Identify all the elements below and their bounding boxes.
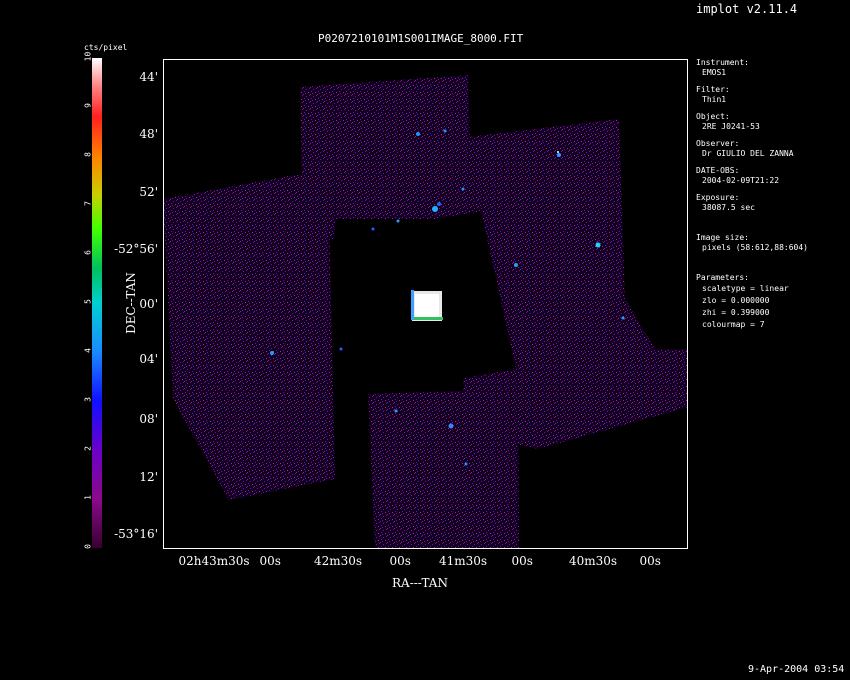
object-block: Object: 2RE J0241-53 [696,112,760,132]
point-source [432,206,438,212]
y-tick-label: 04' [139,352,158,366]
zlo-value: zlo = 0.000000 [702,296,770,305]
point-source [437,202,441,206]
y-tick-label: 52' [139,185,158,199]
point-source [394,409,398,413]
exposure-value: 38087.5 sec [702,203,755,212]
colorbar-tick-label: 8 [83,152,93,157]
colorbar-tick-label: 3 [83,397,93,402]
observer-block: Observer: Dr GIULIO DEL ZANNA [696,139,794,159]
point-source [557,153,561,157]
instrument-label: Instrument: [696,58,749,67]
parameters-label: Parameters: [696,273,749,282]
point-source [339,347,343,351]
colorbar-tick-label: 2 [83,446,93,451]
image-size-block: Image size: pixels (58:612,88:604) [696,233,808,253]
zhi-value: zhi = 0.399000 [702,308,770,317]
colorbar [92,58,102,548]
point-source [464,462,468,466]
colorbar-tick-label: 10 [83,51,93,62]
point-source [443,129,447,133]
point-source [595,242,601,248]
colorbar-tick-label: 5 [83,299,93,304]
colorbar-tick-label: 0 [83,544,93,549]
parameters-block: Parameters: scaletype = linear zlo = 0.0… [696,273,789,331]
x-tick-label: 02h43m30s [178,554,250,568]
y-tick-label: -52°56' [114,242,158,256]
filter-label: Filter: [696,85,730,94]
plot-title: P0207210101M1S001IMAGE_8000.FIT [318,32,524,45]
exposure-label: Exposure: [696,193,740,202]
y-axis-label: DEC--TAN [123,272,138,334]
point-source [557,151,559,153]
point-source [514,263,518,267]
y-tick-label: 08' [139,412,158,426]
object-value: 2RE J0241-53 [702,122,760,131]
colorbar-tick-label: 4 [83,348,93,353]
observer-value: Dr GIULIO DEL ZANNA [702,149,794,158]
footer-timestamp: 9-Apr-2004 03:54 [748,664,845,675]
sky-image-plot [163,59,688,549]
y-tick-label: -53°16' [114,527,158,541]
x-axis-label: RA---TAN [392,576,448,590]
point-source [371,227,375,231]
x-tick-label: 00s [511,554,533,568]
point-source [448,423,454,429]
filter-block: Filter: Thin1 [696,85,730,105]
colorbar-tick-label: 1 [83,495,93,500]
colourmap-value: colourmap = 7 [702,320,765,329]
colorbar-tick-label: 9 [83,103,93,108]
ccd-upper-left-fill [303,209,338,239]
point-source [621,316,625,320]
date-value: 2004-02-09T21:22 [702,176,780,185]
ccd-bottom [368,389,519,549]
y-tick-label: 48' [139,127,158,141]
object-label: Object: [696,112,730,121]
x-tick-label: 00s [639,554,661,568]
x-tick-label: 41m30s [439,554,488,568]
point-source [461,187,465,191]
image-size-label: Image size: [696,233,749,242]
x-tick-label: 00s [389,554,411,568]
colorbar-tick-label: 7 [83,201,93,206]
observer-label: Observer: [696,139,740,148]
date-block: DATE-OBS: 2004-02-09T21:22 [696,166,779,186]
y-tick-label: 00' [139,297,158,311]
y-tick-label: 12' [139,470,158,484]
filter-value: Thin1 [702,95,727,104]
x-tick-label: 00s [259,554,281,568]
point-source [396,219,400,223]
exposure-block: Exposure: 38087.5 sec [696,193,755,213]
colorbar-tick-label: 6 [83,250,93,255]
image-size-value: pixels (58:612,88:604) [702,243,808,252]
point-source [270,351,274,355]
y-tick-label: 44' [139,70,158,84]
x-tick-label: 42m30s [314,554,363,568]
date-label: DATE-OBS: [696,166,740,175]
x-tick-label: 40m30s [569,554,618,568]
point-source [416,132,420,136]
version-label: implot v2.11.4 [696,2,798,16]
scaletype-value: scaletype = linear [702,284,789,293]
instrument-value: EMOS1 [702,68,727,77]
instrument-block: Instrument: EMOS1 [696,58,749,78]
